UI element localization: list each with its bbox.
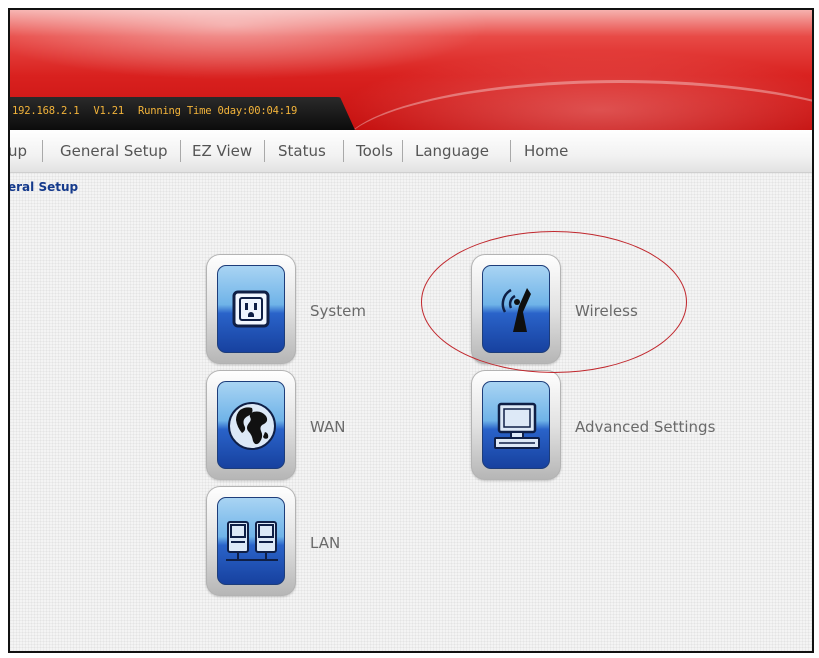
wan-tile-button[interactable] — [206, 370, 296, 480]
wireless-tile-button[interactable] — [471, 254, 561, 364]
nav-separator — [402, 140, 403, 162]
advanced-settings-label[interactable]: Advanced Settings — [575, 418, 715, 436]
system-button-face[interactable] — [217, 265, 285, 353]
ip-address: 192.168.2.1 — [12, 105, 80, 117]
system-tile-button[interactable] — [206, 254, 296, 364]
wireless-button-face[interactable] — [482, 265, 550, 353]
lan-tile-button[interactable] — [206, 486, 296, 596]
nav-separator — [180, 140, 181, 162]
advanced-settings-button-face[interactable] — [482, 381, 550, 469]
wireless-label[interactable]: Wireless — [575, 302, 638, 320]
nav-item-tools[interactable]: Tools — [356, 142, 393, 160]
nav-separator — [42, 140, 43, 162]
status-bar: 192.168.2.1 V1.21 Running Time 0day:00:04:… — [10, 97, 355, 130]
satellite-dish-icon — [501, 288, 531, 332]
network-computers-icon — [226, 521, 278, 561]
nav-separator — [264, 140, 265, 162]
nav-item-ez-view[interactable]: EZ View — [192, 142, 252, 160]
nav-item-status[interactable]: Status — [278, 142, 326, 160]
nav-item-language[interactable]: Language — [415, 142, 489, 160]
wan-label[interactable]: WAN — [310, 418, 346, 436]
system-label[interactable]: System — [310, 302, 366, 320]
wan-button-face[interactable] — [217, 381, 285, 469]
power-outlet-icon — [232, 290, 270, 328]
lan-button-face[interactable] — [217, 497, 285, 585]
nav-separator — [343, 140, 344, 162]
nav-item-setup[interactable]: up — [10, 142, 27, 160]
nav-bar: up General Setup EZ View Status Tools La… — [10, 130, 812, 173]
nav-item-home[interactable]: Home — [524, 142, 568, 160]
running-time: Running Time 0day:00:04:19 — [137, 105, 298, 117]
lan-label[interactable]: LAN — [310, 534, 340, 552]
computer-monitor-icon — [494, 402, 540, 449]
nav-separator — [510, 140, 511, 162]
globe-icon — [228, 402, 276, 450]
router-admin-window: 192.168.2.1 V1.21 Running Time 0day:00:04:… — [8, 8, 814, 653]
firmware-version: V1.21 — [93, 105, 124, 117]
nav-item-general-setup[interactable]: General Setup — [60, 142, 168, 160]
breadcrumb: eral Setup — [8, 180, 79, 194]
advanced-settings-tile-button[interactable] — [471, 370, 561, 480]
